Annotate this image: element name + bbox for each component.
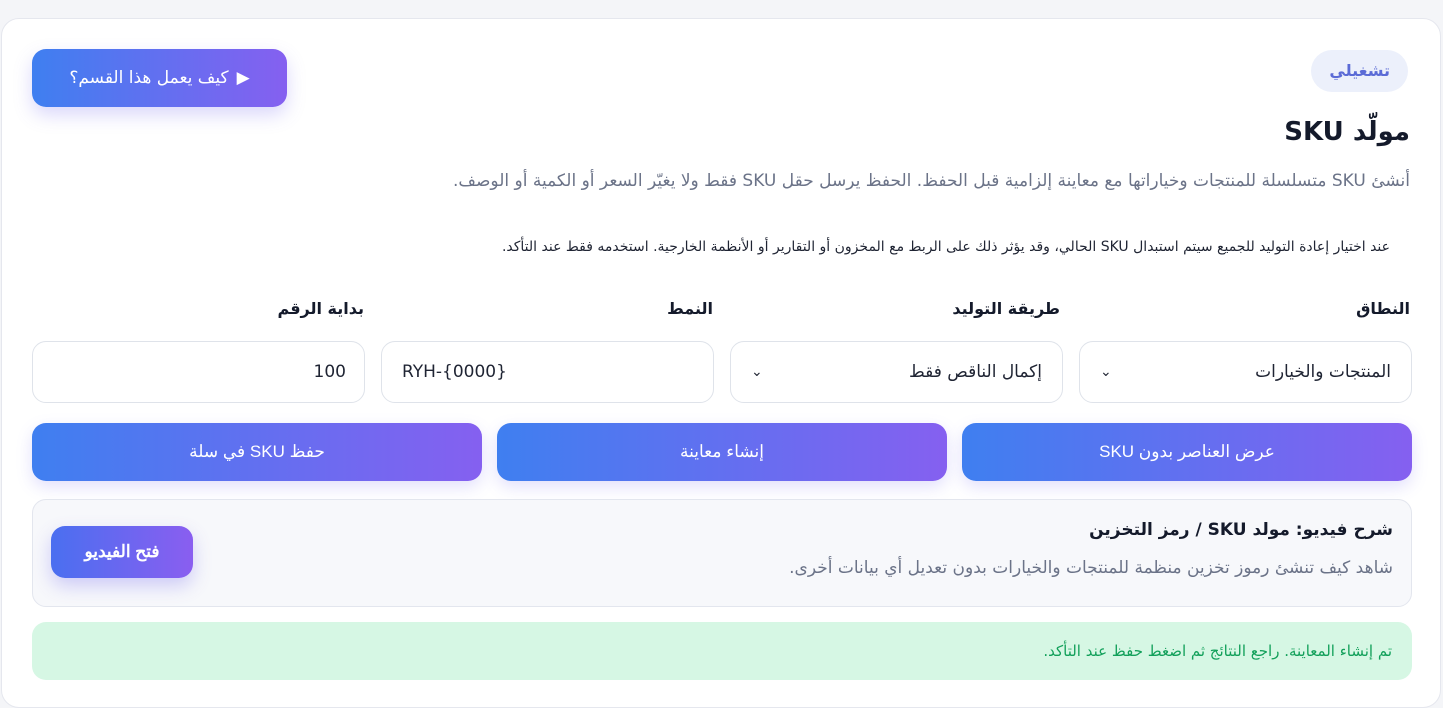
open-video-button[interactable]: فتح الفيديو — [51, 526, 193, 578]
generator-card: تشغيلي ▶ كيف يعمل هذا القسم؟ مولّد SKU أ… — [1, 18, 1441, 708]
start-number-input[interactable]: 100 — [32, 341, 365, 403]
how-it-works-label: كيف يعمل هذا القسم؟ — [69, 68, 229, 88]
method-label: طريقة التوليد — [952, 299, 1060, 318]
pattern-input[interactable]: RYH-{0000} — [381, 341, 714, 403]
start-number-label: بداية الرقم — [277, 299, 364, 318]
success-alert: تم إنشاء المعاينة. راجع النتائج ثم اضغط … — [32, 622, 1412, 680]
pattern-value: RYH-{0000} — [402, 362, 507, 382]
video-subtitle: شاهد كيف تنشئ رموز تخزين منظمة للمنتجات … — [789, 558, 1393, 578]
chevron-down-icon: ⌄ — [751, 364, 763, 380]
video-title: شرح فيديو: مولد SKU / رمز التخزين — [1089, 520, 1393, 540]
video-explainer: شرح فيديو: مولد SKU / رمز التخزين شاهد ك… — [32, 499, 1412, 607]
start-number-value: 100 — [313, 362, 346, 382]
chevron-down-icon: ⌄ — [1100, 364, 1112, 380]
page-title: مولّد SKU — [1284, 117, 1410, 147]
page-description: أنشئ SKU متسلسلة للمنتجات وخياراتها مع م… — [452, 171, 1410, 191]
scope-select[interactable]: المنتجات والخيارات ⌄ — [1079, 341, 1412, 403]
save-sku-button[interactable]: حفظ SKU في سلة — [32, 423, 482, 481]
how-it-works-button[interactable]: ▶ كيف يعمل هذا القسم؟ — [32, 49, 287, 107]
pattern-label: النمط — [667, 299, 713, 318]
method-value: إكمال الناقص فقط — [908, 362, 1042, 382]
scope-label: النطاق — [1356, 299, 1410, 318]
regenerate-warning: عند اختيار إعادة التوليد للجميع سيتم است… — [501, 239, 1390, 255]
scope-value: المنتجات والخيارات — [1255, 362, 1391, 382]
create-preview-button[interactable]: إنشاء معاينة — [497, 423, 947, 481]
show-missing-sku-button[interactable]: عرض العناصر بدون SKU — [962, 423, 1412, 481]
status-badge: تشغيلي — [1311, 50, 1408, 92]
success-message: تم إنشاء المعاينة. راجع النتائج ثم اضغط … — [1043, 642, 1392, 660]
method-select[interactable]: إكمال الناقص فقط ⌄ — [730, 341, 1063, 403]
play-icon: ▶ — [236, 68, 250, 88]
